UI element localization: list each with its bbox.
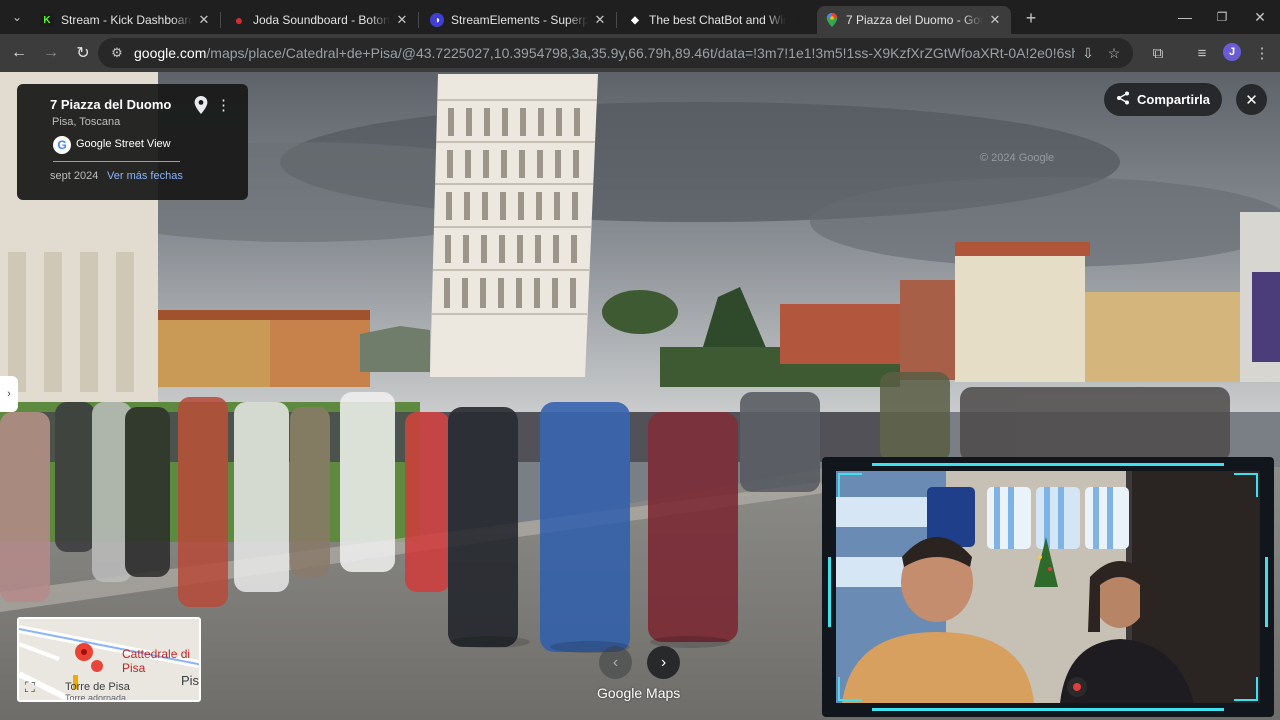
webcam-corner-tr-v xyxy=(1256,473,1258,497)
share-icon xyxy=(1116,91,1130,108)
media-controls-icon[interactable]: ≡ xyxy=(1188,39,1216,67)
back-button[interactable]: ← xyxy=(4,38,34,68)
close-window-button[interactable]: ✕ xyxy=(1240,0,1280,34)
forward-button[interactable]: → xyxy=(36,38,66,68)
webcam-corner-tl xyxy=(838,473,862,475)
streamelements-icon: ◑ xyxy=(430,13,444,27)
url-domain: google.com xyxy=(134,45,207,61)
minimap-label-tower: Torre de Pisa xyxy=(65,681,130,693)
tab-title: Joda Soundboard - Botones de xyxy=(253,13,390,27)
profile-avatar[interactable]: J xyxy=(1223,43,1241,61)
browser-toolbar: ← → ↻ ⚙ google.com/maps/place/Catedral+d… xyxy=(0,34,1280,72)
google-maps-icon xyxy=(825,13,839,27)
menu-kebab-icon[interactable]: ⋮ xyxy=(1248,39,1276,67)
tab-chatbot[interactable]: ◆ The best ChatBot and Widgets ✕ xyxy=(620,6,814,34)
share-label: Compartirla xyxy=(1137,92,1210,107)
minimap-label-city: Pis xyxy=(181,673,200,688)
webcam-border-left xyxy=(828,557,831,627)
divider xyxy=(53,161,180,162)
street-view-info-card: 7 Piazza del Duomo Pisa, Toscana ⋮ G Goo… xyxy=(17,84,248,200)
reload-button[interactable]: ↻ xyxy=(68,38,98,68)
minimap-label-tower-sub: Torre adornada xyxy=(65,693,127,702)
tab-title: StreamElements - Superposició xyxy=(451,13,588,27)
place-subtitle: Pisa, Toscana xyxy=(52,116,121,128)
site-info-icon[interactable]: ⚙ xyxy=(104,45,130,61)
install-app-icon[interactable]: ⇩ xyxy=(1075,45,1101,62)
close-tab-icon[interactable]: ✕ xyxy=(196,12,212,28)
more-dates-link[interactable]: Ver más fechas xyxy=(107,170,183,182)
close-tab-icon[interactable]: ✕ xyxy=(790,12,806,28)
webcam-corner-tr xyxy=(1234,473,1258,475)
extensions-icon[interactable]: ⧉ xyxy=(1144,39,1172,67)
google-logo-icon: G xyxy=(53,136,71,154)
tab-streamelements[interactable]: ◑ StreamElements - Superposició ✕ xyxy=(422,6,616,34)
close-street-view-button[interactable]: ✕ xyxy=(1236,84,1267,115)
restore-button[interactable]: ❐ xyxy=(1202,0,1242,34)
more-options-icon[interactable]: ⋮ xyxy=(216,96,231,116)
address-bar[interactable]: ⚙ google.com/maps/place/Catedral+de+Pisa… xyxy=(98,38,1133,68)
tab-separator xyxy=(616,12,617,28)
tab-title: The best ChatBot and Widgets xyxy=(649,13,786,27)
new-tab-button[interactable]: + xyxy=(1019,6,1043,30)
webcam-border-right xyxy=(1265,557,1268,627)
close-tab-icon[interactable]: ✕ xyxy=(987,12,1003,28)
tab-separator xyxy=(418,12,419,28)
webcam-corner-br xyxy=(1234,699,1258,701)
minimap-label-cathedral: Cattedrale di Pisa xyxy=(122,647,191,675)
url-text[interactable]: google.com/maps/place/Catedral+de+Pisa/@… xyxy=(130,45,1075,61)
url-path: /maps/place/Catedral+de+Pisa/@43.7225027… xyxy=(206,45,1075,61)
nav-arrow-left[interactable]: ‹ xyxy=(599,646,632,679)
capture-date: sept 2024 xyxy=(50,170,99,182)
streamlabs-icon: ◆ xyxy=(631,14,639,26)
tab-soundboard[interactable]: ● Joda Soundboard - Botones de ✕ xyxy=(224,6,418,34)
expand-side-panel-button[interactable]: › xyxy=(0,376,18,412)
location-pin-icon[interactable] xyxy=(194,96,210,116)
close-tab-icon[interactable]: ✕ xyxy=(592,12,608,28)
tab-google-maps[interactable]: 7 Piazza del Duomo - Google M ✕ xyxy=(817,6,1011,34)
expand-map-icon[interactable]: ⛶ xyxy=(25,679,43,697)
share-button[interactable]: Compartirla xyxy=(1104,83,1222,116)
webcam-corner-br-v xyxy=(1256,677,1258,701)
webcam-border-bottom xyxy=(872,708,1224,711)
webcam-video xyxy=(836,471,1260,703)
webcam-corner-bl-v xyxy=(838,677,840,701)
webcam-border-top xyxy=(872,463,1224,466)
tab-title: 7 Piazza del Duomo - Google M xyxy=(846,13,983,27)
soundboard-icon: ● xyxy=(234,12,244,28)
tab-kick[interactable]: K Stream - Kick Dashboard ✕ xyxy=(32,6,220,34)
kick-icon: K xyxy=(40,13,54,27)
minimap[interactable]: Cattedrale di Pisa Torre de Pisa Torre a… xyxy=(17,617,201,702)
webcam-corner-tl-v xyxy=(838,473,840,497)
tab-separator xyxy=(220,12,221,28)
copyright-watermark: © 2024 Google xyxy=(980,152,1055,164)
place-title: 7 Piazza del Duomo xyxy=(50,97,172,112)
tab-search-button[interactable]: ⌄ xyxy=(5,5,29,29)
webcam-corner-bl xyxy=(838,699,862,701)
google-maps-brand: Google Maps xyxy=(597,685,681,701)
street-view-provider: Google Street View xyxy=(76,138,171,150)
nav-arrow-right[interactable]: › xyxy=(647,646,680,679)
minimize-button[interactable]: — xyxy=(1165,0,1205,34)
street-view-viewport[interactable]: © 2024 Google 7 Piazza del Duomo Pisa, T… xyxy=(0,72,1280,720)
tab-title: Stream - Kick Dashboard xyxy=(61,13,192,27)
bookmark-star-icon[interactable]: ☆ xyxy=(1101,45,1127,62)
tab-strip: ⌄ K Stream - Kick Dashboard ✕ ● Joda Sou… xyxy=(0,0,1280,34)
close-tab-icon[interactable]: ✕ xyxy=(394,12,410,28)
webcam-overlay xyxy=(822,457,1274,717)
